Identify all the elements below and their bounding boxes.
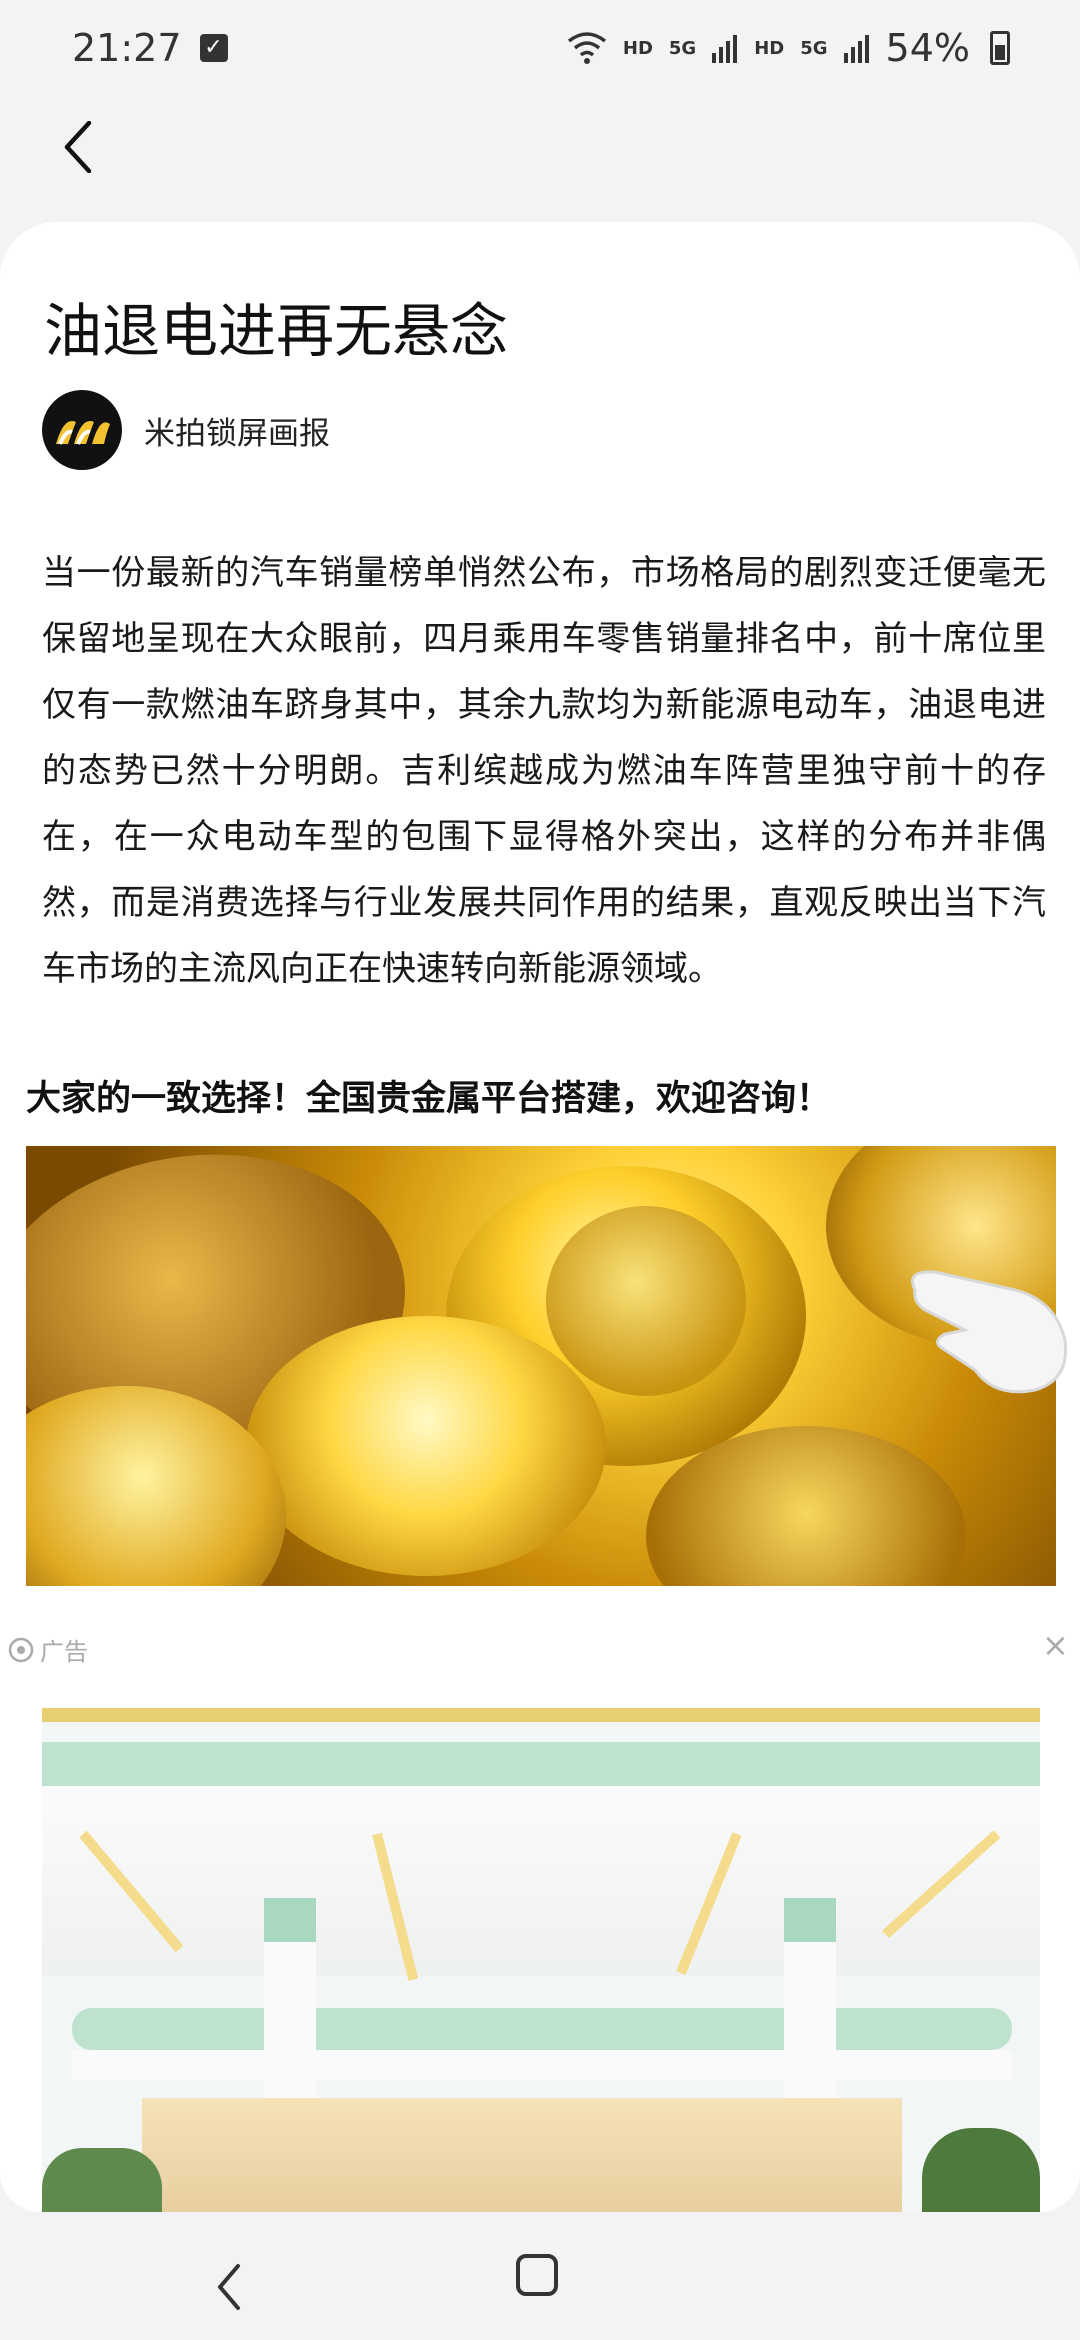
author-row[interactable]: 米拍锁屏画报: [42, 390, 330, 470]
author-logo-icon: [56, 420, 110, 445]
article-card: 油退电进再无悬念 米拍锁屏画报 当一份最新的汽车销量榜单悄然公布，市场格局的剧烈…: [0, 222, 1080, 2212]
battery-percent: 54%: [885, 26, 970, 70]
ad-close-button[interactable]: ×: [1042, 1626, 1069, 1664]
back-button[interactable]: [48, 112, 108, 182]
ad-badge-icon: [8, 1637, 34, 1662]
status-time: 21:27: [72, 26, 182, 70]
nav-back-icon: [218, 2264, 240, 2310]
nav-home-button[interactable]: [516, 2254, 558, 2296]
chevron-left-icon: [64, 121, 92, 173]
author-name[interactable]: 米拍锁屏画报: [144, 408, 330, 453]
hd-indicator-2: HD: [754, 37, 785, 59]
notification-check-icon: ✓: [199, 34, 228, 62]
battery-icon: [990, 31, 1010, 65]
5g-indicator-2: 5G: [800, 37, 828, 59]
5g-indicator-1: 5G: [668, 37, 697, 59]
nav-back-button[interactable]: [214, 2262, 254, 2312]
wifi-icon: [567, 32, 606, 64]
status-bar: 21:27 ✓ HD 5G HD 5G 54%: [0, 0, 1080, 96]
article-title: 油退电进再无悬念: [44, 297, 509, 365]
hd-indicator-1: HD: [622, 37, 653, 59]
signal-icon-2: [843, 35, 869, 63]
ad-headline[interactable]: 大家的一致选择！全国贵金属平台搭建，欢迎咨询！: [26, 1070, 831, 1121]
author-avatar[interactable]: [42, 390, 122, 470]
gas-station-image: [42, 1708, 1040, 2212]
pointing-hand-icon: [905, 1250, 1075, 1400]
ad-label: 广告: [8, 1632, 88, 1667]
ad-gold-image[interactable]: [26, 1146, 1056, 1586]
ad-label-text: 广告: [40, 1638, 88, 1666]
article-body: 当一份最新的汽车销量榜单悄然公布，市场格局的剧烈变迁便毫无保留地呈现在大众眼前，…: [42, 553, 1046, 989]
signal-icon-1: [712, 35, 738, 63]
